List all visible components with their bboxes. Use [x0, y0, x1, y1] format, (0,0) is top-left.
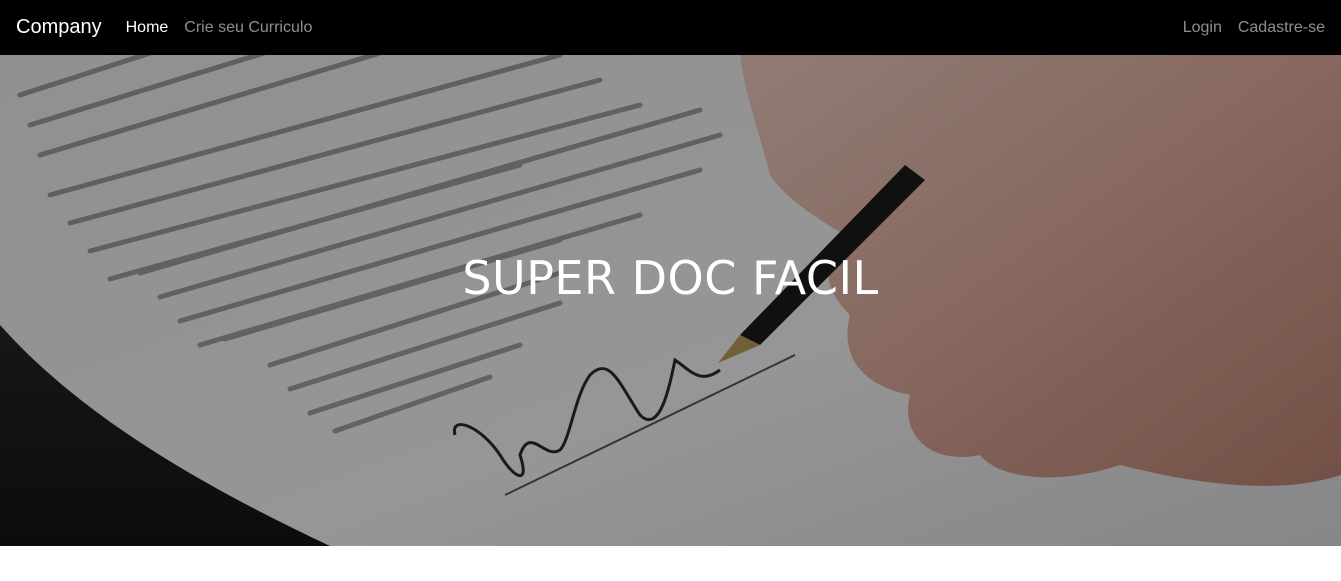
hero-title: SUPER DOC FACIL	[462, 251, 879, 305]
top-navbar: Company Home Crie seu Curriculo Login Ca…	[0, 0, 1341, 55]
brand-logo-link[interactable]: Company	[16, 16, 102, 39]
hero-banner: SUPER DOC FACIL	[0, 55, 1341, 546]
nav-link-cadastre-se[interactable]: Cadastre-se	[1238, 19, 1325, 37]
nav-link-login[interactable]: Login	[1183, 19, 1222, 37]
page-content-area	[0, 546, 1341, 581]
nav-left-group: Home Crie seu Curriculo	[126, 19, 313, 37]
nav-link-home[interactable]: Home	[126, 19, 169, 37]
nav-right-group: Login Cadastre-se	[1183, 19, 1325, 37]
nav-link-crie-curriculo[interactable]: Crie seu Curriculo	[184, 19, 312, 37]
